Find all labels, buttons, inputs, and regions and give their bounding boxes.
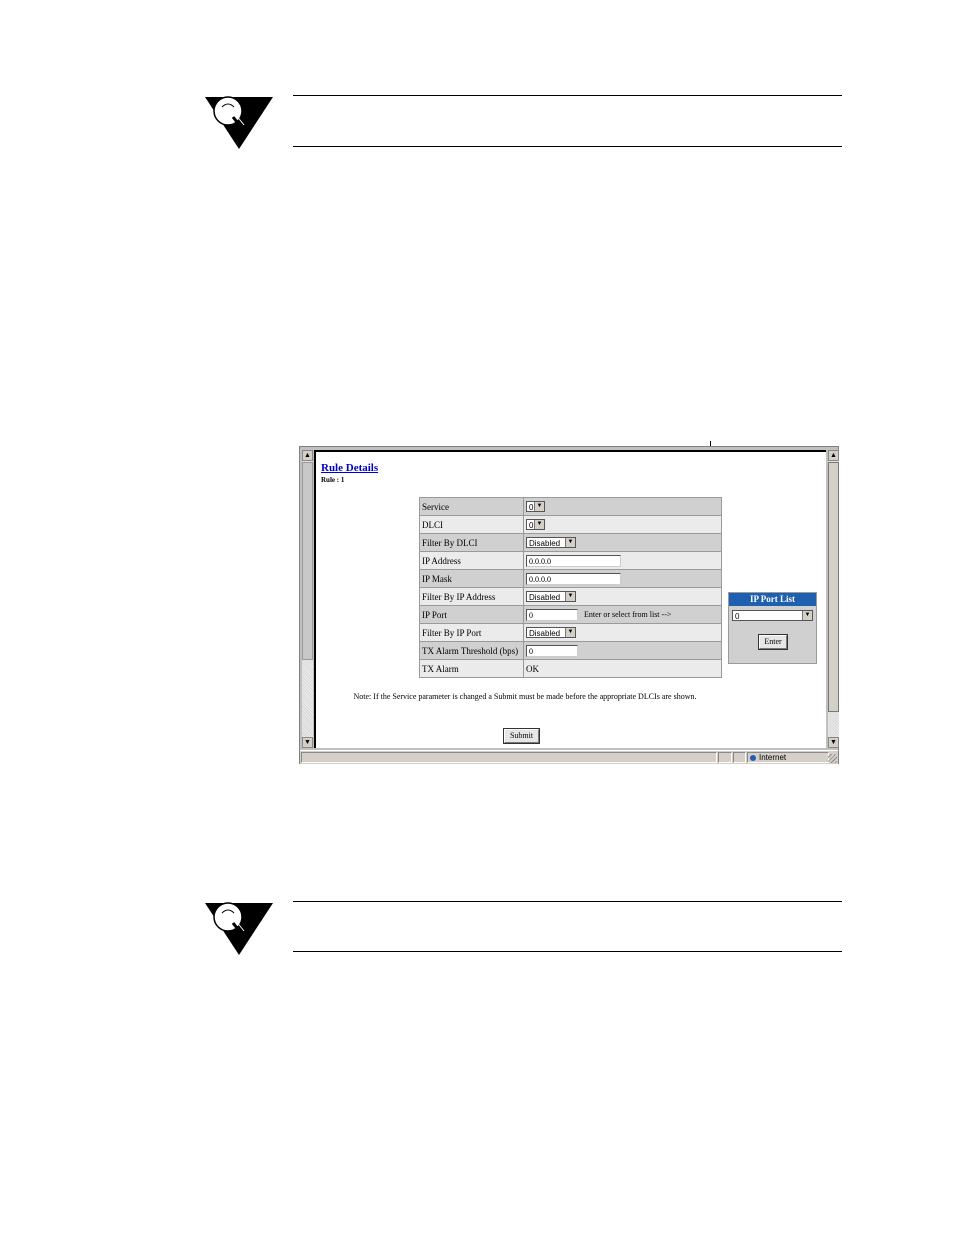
enter-button[interactable]: Enter <box>758 634 788 650</box>
service-select[interactable]: 0 ▼ <box>526 501 545 513</box>
row-label: IP Address <box>419 551 524 570</box>
ip-address-input[interactable]: 0.0.0.0 <box>526 554 621 567</box>
table-row: TX Alarm OK <box>419 659 722 678</box>
chevron-down-icon: ▼ <box>534 502 544 512</box>
scroll-down-arrow-icon[interactable]: ▼ <box>828 737 839 748</box>
select-value: Disabled <box>529 629 561 639</box>
right-scrollbar[interactable]: ▲ ▼ <box>828 450 839 748</box>
tx-alarm-status: OK <box>523 659 722 678</box>
ip-port-hint: Enter or select from list --> <box>584 609 672 619</box>
service-note: Note: If the Service parameter is change… <box>353 692 697 701</box>
row-value: 0 ▼ <box>523 497 722 516</box>
page-title[interactable]: Rule Details <box>321 462 378 474</box>
note-rule-bottom <box>293 146 842 147</box>
table-row: Service 0 ▼ <box>419 497 722 516</box>
filter-by-ip-address-select[interactable]: Disabled ▼ <box>526 591 576 603</box>
status-pane <box>733 752 746 763</box>
row-label: Service <box>419 497 524 516</box>
select-value: Disabled <box>529 539 561 549</box>
status-pane <box>718 752 732 763</box>
table-row: Filter By IP Port Disabled ▼ <box>419 623 722 642</box>
select-value: 0 <box>735 612 740 621</box>
scroll-thumb[interactable] <box>828 462 839 712</box>
chevron-down-icon: ▼ <box>565 538 575 548</box>
globe-icon <box>750 755 756 761</box>
lightbulb-note-icon <box>205 96 273 149</box>
row-label: DLCI <box>419 515 524 534</box>
left-scrollbar[interactable]: ▲ ▼ <box>302 450 313 748</box>
row-label: TX Alarm <box>419 659 524 678</box>
chevron-down-icon: ▼ <box>802 611 812 620</box>
table-row: TX Alarm Threshold (bps) 0 <box>419 641 722 660</box>
ip-port-list-select[interactable]: 0 ▼ <box>732 610 813 621</box>
select-value: 0 <box>529 521 534 531</box>
status-main <box>301 752 717 763</box>
note-rule-top <box>293 95 842 96</box>
row-label: Filter By IP Address <box>419 587 524 606</box>
row-value: 0 <box>523 641 722 660</box>
note-rule-bottom <box>293 951 842 952</box>
rule-number: Rule : 1 <box>321 476 345 484</box>
row-value: Disabled ▼ <box>523 623 722 642</box>
table-row: IP Port 0 Enter or select from list --> <box>419 605 722 624</box>
table-row: Filter By DLCI Disabled ▼ <box>419 533 722 552</box>
lightbulb-note-icon <box>205 902 273 955</box>
row-label: Filter By DLCI <box>419 533 524 552</box>
select-value: 0 <box>529 503 534 513</box>
browser-window: ▲ ▼ Rule Details Rule : 1 Service 0 ▼ DLC… <box>299 446 839 764</box>
row-value: 0.0.0.0 <box>523 551 722 570</box>
table-row: IP Address 0.0.0.0 <box>419 551 722 570</box>
ip-port-list-title: IP Port List <box>729 593 816 606</box>
row-label: IP Mask <box>419 569 524 588</box>
submit-button[interactable]: Submit <box>503 728 540 744</box>
row-label: IP Port <box>419 605 524 624</box>
dlci-select[interactable]: 0 ▼ <box>526 519 545 531</box>
ip-port-input[interactable]: 0 <box>526 608 578 621</box>
chevron-down-icon: ▼ <box>565 592 575 602</box>
table-row: DLCI 0 ▼ <box>419 515 722 534</box>
chevron-down-icon: ▼ <box>534 520 544 530</box>
row-value: Disabled ▼ <box>523 587 722 606</box>
scroll-thumb[interactable] <box>302 462 313 660</box>
resize-grip-icon[interactable] <box>828 754 837 763</box>
row-value: 0 ▼ <box>523 515 722 534</box>
scroll-up-arrow-icon[interactable]: ▲ <box>828 450 839 461</box>
rule-details-table: Service 0 ▼ DLCI 0 ▼ Filter By DLCI Disabl… <box>419 497 722 678</box>
row-label: TX Alarm Threshold (bps) <box>419 641 524 660</box>
tx-alarm-threshold-input[interactable]: 0 <box>526 644 578 657</box>
security-zone: Internet <box>747 752 829 763</box>
filter-by-ip-port-select[interactable]: Disabled ▼ <box>526 627 576 639</box>
scroll-down-arrow-icon[interactable]: ▼ <box>302 737 313 748</box>
chevron-down-icon: ▼ <box>565 628 575 638</box>
select-value: Disabled <box>529 593 561 603</box>
scroll-up-arrow-icon[interactable]: ▲ <box>302 450 313 461</box>
row-value: 0 Enter or select from list --> <box>523 605 722 624</box>
ip-port-list-panel: IP Port List 0 ▼ Enter <box>728 592 817 664</box>
zone-label: Internet <box>759 753 787 762</box>
row-value: Disabled ▼ <box>523 533 722 552</box>
row-label: Filter By IP Port <box>419 623 524 642</box>
ip-mask-input[interactable]: 0.0.0.0 <box>526 572 621 585</box>
table-row: Filter By IP Address Disabled ▼ <box>419 587 722 606</box>
status-bar: Internet <box>300 750 838 764</box>
row-value: 0.0.0.0 <box>523 569 722 588</box>
page-viewport: Rule Details Rule : 1 Service 0 ▼ DLCI 0 ▼… <box>314 450 826 748</box>
table-row: IP Mask 0.0.0.0 <box>419 569 722 588</box>
note-rule-top <box>293 901 842 902</box>
filter-by-dlci-select[interactable]: Disabled ▼ <box>526 537 576 549</box>
